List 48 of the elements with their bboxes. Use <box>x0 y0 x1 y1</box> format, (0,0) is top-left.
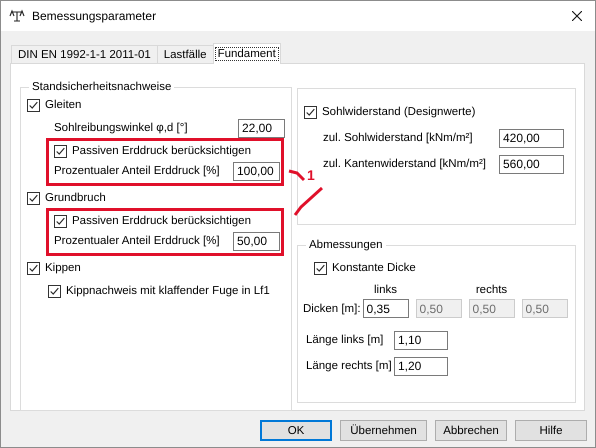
checkbox-label: Kippnachweis mit klaffender Fuge in Lf1 <box>66 285 270 297</box>
column-header: rechts <box>476 284 508 298</box>
field-label: Dicken [m]: <box>303 302 361 316</box>
checkbox[interactable] <box>27 262 40 274</box>
input-field[interactable]: 1,10 <box>394 330 448 350</box>
field-label: zul. Kantenwiderstand [kNm/m²] <box>323 158 486 170</box>
checkbox-label: Passiven Erddruck berücksichtigen <box>72 215 251 227</box>
field-label: Prozentualer Anteil Erddruck [%] <box>54 165 220 177</box>
window-title: Bemessungsparameter <box>32 9 156 23</box>
field-label: Prozentualer Anteil Erddruck [%] <box>54 235 220 247</box>
leader-line <box>288 170 306 182</box>
checkbox[interactable] <box>48 284 61 298</box>
checkbox[interactable] <box>54 214 67 228</box>
checkbox[interactable] <box>314 262 327 274</box>
checkbox[interactable] <box>304 106 317 118</box>
tab[interactable]: DIN EN 1992-1-1 2011-01 <box>11 45 158 63</box>
field-label: Länge links [m] <box>306 334 384 346</box>
group-title: Standsicherheitsnachweise <box>31 81 172 93</box>
input-field[interactable]: 22,00 <box>238 118 285 138</box>
field-label: Sohlreibungswinkel φ,d [°] <box>54 122 188 134</box>
input-field[interactable]: 0,35 <box>362 299 409 318</box>
input-field[interactable]: 50,00 <box>233 232 280 250</box>
checkbox[interactable] <box>27 98 40 112</box>
field-label: Länge rechts [m] <box>306 360 393 372</box>
dialog-button[interactable]: Hilfe <box>515 420 587 441</box>
close-icon[interactable] <box>572 11 582 21</box>
dialog-button[interactable]: Übernehmen <box>340 420 427 441</box>
input-field[interactable]: 1,20 <box>394 356 448 376</box>
group-title: Abmessungen <box>308 239 384 251</box>
input-field[interactable]: 100,00 <box>233 162 280 180</box>
checkbox-label: Konstante Dicke <box>332 262 416 274</box>
input-field[interactable]: 420,00 <box>499 128 564 148</box>
input-field[interactable]: 560,00 <box>499 154 564 174</box>
checkbox-label: Gleiten <box>45 99 82 111</box>
checkbox-label: Grundbruch <box>45 192 106 204</box>
column-header: links <box>374 284 398 298</box>
checkbox-label: Passiven Erddruck berücksichtigen <box>72 145 251 157</box>
dialog-button[interactable]: OK <box>260 420 332 441</box>
tab[interactable]: Fundament <box>212 43 281 64</box>
checkbox[interactable] <box>27 192 40 204</box>
checkbox-label: Sohlwiderstand (Designwerte) <box>322 106 476 118</box>
checkbox-label: Kippen <box>45 262 81 274</box>
dialog-button[interactable]: Abbrechen <box>435 420 507 441</box>
balance-icon <box>9 9 25 23</box>
leader-line <box>294 186 323 216</box>
field-label: zul. Sohlwiderstand [kNm/m²] <box>323 132 473 144</box>
checkbox[interactable] <box>54 144 67 158</box>
callout-label: 1 <box>307 167 315 183</box>
